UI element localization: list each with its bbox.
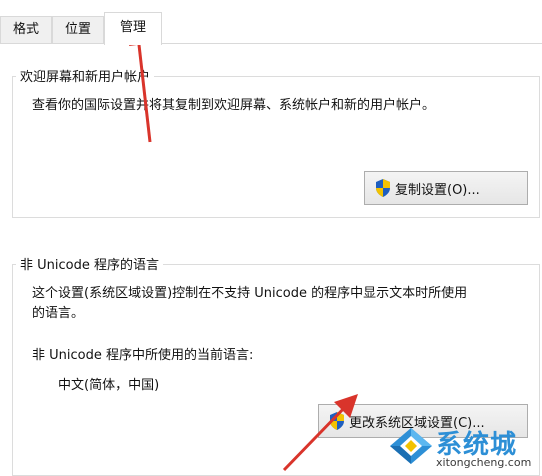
copy-settings-label: 复制设置(O)... [395,182,480,198]
tab-strip: 格式 位置 管理 [0,0,542,45]
shield-icon [330,412,344,430]
xitongcheng-logo-icon [390,428,432,464]
shield-icon [376,179,390,197]
unicode-description-line1: 这个设置(系统区域设置)控制在不支持 Unicode 的程序中显示文本时所使用 [32,286,468,301]
welcome-group-description: 查看你的国际设置并将其复制到欢迎屏幕、系统帐户和新的用户帐户。 [32,98,436,113]
watermark-url: xitongcheng.com [436,456,532,469]
current-language-value: 中文(简体，中国) [58,378,160,393]
unicode-group-title: 非 Unicode 程序的语言 [16,254,163,273]
tab-location[interactable]: 位置 [52,16,104,44]
tab-format[interactable]: 格式 [0,16,52,44]
administrative-panel: 欢迎屏幕和新用户帐户 查看你的国际设置并将其复制到欢迎屏幕、系统帐户和新的用户帐… [0,44,542,476]
current-language-label: 非 Unicode 程序中所使用的当前语言: [32,348,254,363]
copy-settings-button[interactable]: 复制设置(O)... [364,171,528,205]
welcome-group-title: 欢迎屏幕和新用户帐户 [16,66,155,85]
watermark: 系统城 xitongcheng.com [388,420,542,474]
tab-administrative[interactable]: 管理 [104,12,162,45]
unicode-description-line2: 的语言。 [32,306,85,321]
